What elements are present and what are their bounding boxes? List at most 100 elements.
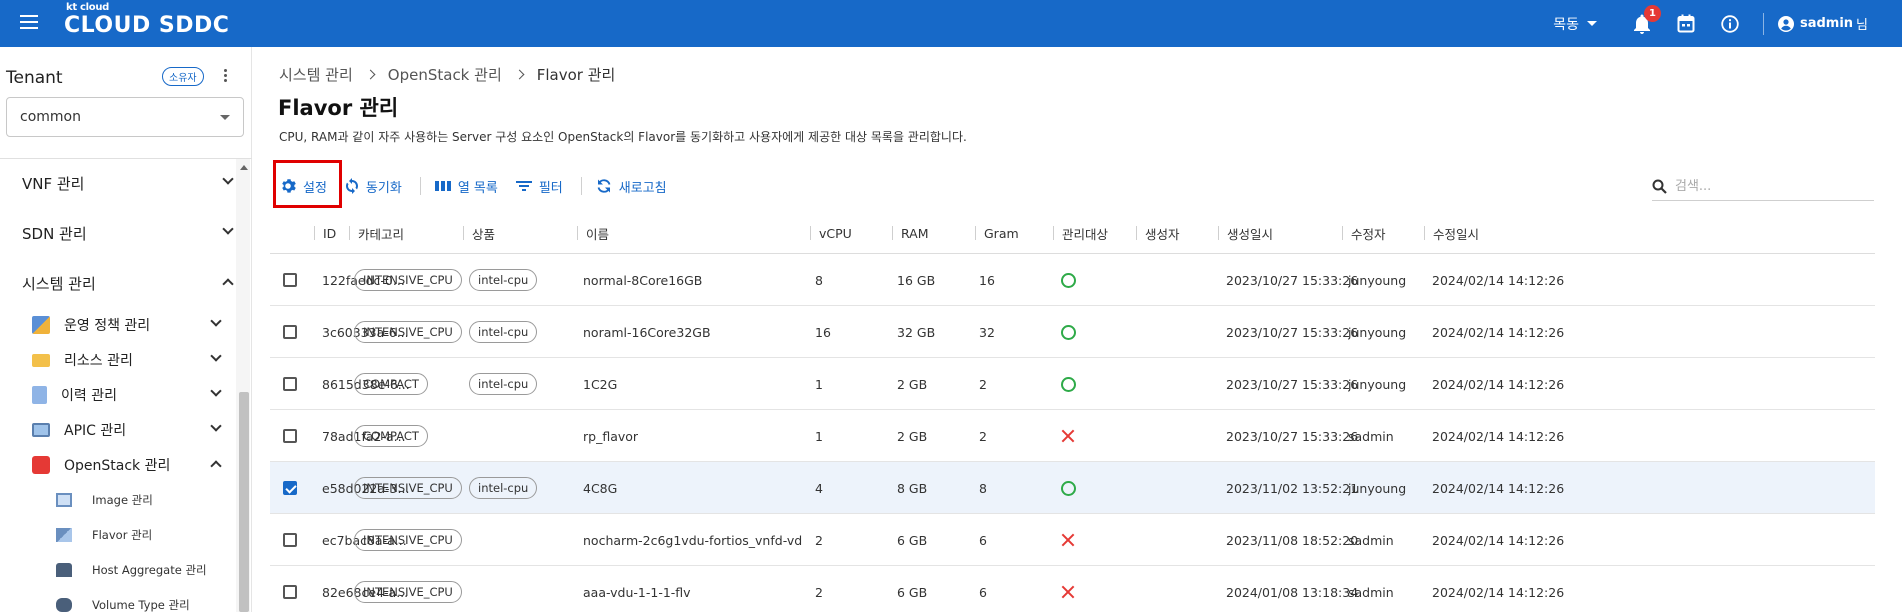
column-header-created[interactable]: 생성일시	[1218, 224, 1273, 242]
column-divider[interactable]	[349, 226, 350, 240]
sidebar-item-history[interactable]: 이력 관리	[32, 383, 222, 407]
sidebar-item-system[interactable]: 시스템 관리	[22, 271, 234, 295]
column-divider[interactable]	[1218, 226, 1219, 240]
column-header-gram[interactable]: Gram	[975, 224, 1019, 242]
cell-product: intel-cpu	[469, 306, 538, 358]
sidebar-item-vnf[interactable]: VNF 관리	[22, 171, 234, 195]
sidebar-item-host-aggregate[interactable]: Host Aggregate 관리	[56, 559, 236, 581]
row-checkbox[interactable]	[283, 429, 297, 443]
cell-ram: 6 GB	[897, 566, 927, 612]
filter-button[interactable]: 필터	[515, 177, 563, 196]
column-header-creator[interactable]: 생성자	[1136, 224, 1180, 242]
notification-bell-icon[interactable]: 1	[1631, 4, 1661, 35]
info-icon[interactable]	[1719, 13, 1741, 35]
scroll-up-arrow-icon[interactable]	[240, 165, 248, 170]
table-row[interactable]: 82e68ce4-a... INTENSIVE_CPU aaa-vdu-1-1-1-…	[270, 566, 1875, 612]
row-checkbox[interactable]	[283, 481, 297, 495]
sidebar-item-flavor[interactable]: Flavor 관리	[56, 524, 236, 546]
logo-cloud-sddc[interactable]: CLOUD SDDC	[64, 13, 229, 38]
search-input[interactable]	[1675, 179, 1865, 194]
column-divider[interactable]	[463, 226, 464, 240]
column-header-product[interactable]: 상품	[463, 224, 495, 242]
table-row[interactable]: ec7bac8a-a... INTENSIVE_CPU nocharm-2c6g1v…	[270, 514, 1875, 566]
column-divider[interactable]	[1424, 226, 1425, 240]
column-divider[interactable]	[1342, 226, 1343, 240]
row-checkbox[interactable]	[283, 325, 297, 339]
column-divider[interactable]	[810, 226, 811, 240]
hamburger-menu-icon[interactable]	[20, 15, 38, 29]
cell-vcpu: 2	[815, 566, 823, 612]
column-header-ram[interactable]: RAM	[892, 224, 929, 242]
cell-ram: 32 GB	[897, 306, 935, 358]
cell-vcpu: 4	[815, 462, 823, 514]
sidebar-item-label: OpenStack 관리	[64, 458, 171, 474]
column-divider[interactable]	[1136, 226, 1137, 240]
cell-name-text: aaa-vdu-1-1-1-flv	[583, 584, 691, 600]
openstack-icon	[32, 456, 50, 474]
column-header-category[interactable]: 카테고리	[349, 224, 404, 242]
cell-vcpu-text: 1	[815, 376, 823, 392]
cell-created: 2023/10/27 15:33:26	[1226, 358, 1358, 410]
more-vert-icon[interactable]	[222, 69, 228, 85]
monitor-icon	[32, 423, 50, 437]
table-row[interactable]: 8615d38e-6... COMPACT intel-cpu 1C2G 1 2 GB 2 2…	[270, 358, 1875, 410]
chevron-down-icon	[210, 350, 222, 362]
tenant-select[interactable]: common	[6, 97, 244, 137]
region-selector[interactable]: 목동	[1553, 14, 1597, 34]
cell-modified: 2024/02/14 14:12:26	[1432, 566, 1564, 612]
column-header-id[interactable]: ID	[314, 224, 336, 242]
sidebar-item-openstack[interactable]: OpenStack 관리	[32, 453, 222, 477]
sidebar-item-image[interactable]: Image 관리	[56, 489, 236, 511]
table-row[interactable]: 78ad1fa2-a... COMPACT rp_flavor 1 2 GB 2 2023/…	[270, 410, 1875, 462]
cell-modifier: junyoung	[1348, 358, 1406, 410]
column-divider[interactable]	[1053, 226, 1054, 240]
table-row[interactable]: 3c60333a-6... INTENSIVE_CPU intel-cpu noram…	[270, 306, 1875, 358]
table-row[interactable]: e58d022a-3... INTENSIVE_CPU intel-cpu 4C8G 4…	[270, 462, 1875, 514]
cell-managed	[1061, 358, 1076, 410]
row-checkbox[interactable]	[283, 533, 297, 547]
cell-vcpu-text: 4	[815, 480, 823, 496]
sidebar-item-sdn[interactable]: SDN 관리	[22, 221, 234, 245]
category-chip: COMPACT	[354, 373, 428, 395]
column-header-managed[interactable]: 관리대상	[1053, 224, 1108, 242]
calendar-icon[interactable]	[1675, 13, 1697, 35]
row-checkbox[interactable]	[283, 273, 297, 287]
search-box[interactable]	[1652, 173, 1874, 201]
category-chip: INTENSIVE_CPU	[354, 581, 462, 603]
owner-chip[interactable]: 소유자	[162, 67, 204, 86]
sidebar-scroll-thumb[interactable]	[239, 392, 249, 612]
cell-modifier: junyoung	[1348, 254, 1406, 306]
column-divider[interactable]	[892, 226, 893, 240]
column-divider[interactable]	[314, 226, 315, 240]
sidebar-item-volume-type[interactable]: Volume Type 관리	[56, 594, 236, 612]
row-checkbox[interactable]	[283, 377, 297, 391]
sync-button[interactable]: 동기화	[345, 177, 402, 196]
sidebar-item-label: Image 관리	[92, 493, 153, 507]
breadcrumb-item[interactable]: OpenStack 관리	[388, 64, 502, 85]
toolbar-divider	[580, 177, 582, 195]
breadcrumb-item[interactable]: 시스템 관리	[279, 64, 353, 85]
refresh-button[interactable]: 새로고침	[596, 177, 667, 196]
column-header-modifier[interactable]: 수정자	[1342, 224, 1386, 242]
columns-button[interactable]: 열 목록	[434, 177, 498, 196]
sidebar-item-apic[interactable]: APIC 관리	[32, 418, 222, 442]
sidebar-item-resource[interactable]: 리소스 관리	[32, 348, 222, 372]
column-header-label: 카테고리	[358, 226, 405, 242]
cell-name: nocharm-2c6g1vdu-fortios_vnfd-vdu-1-1-1.…	[583, 514, 803, 566]
sidebar-item-policy[interactable]: 운영 정책 관리	[32, 313, 222, 337]
column-header-name[interactable]: 이름	[577, 224, 609, 242]
sidebar-item-label: Volume Type 관리	[92, 598, 190, 612]
cell-name-text: noraml-16Core32GB	[583, 324, 711, 340]
user-menu[interactable]: sadmin 님	[1777, 14, 1868, 33]
row-checkbox[interactable]	[283, 585, 297, 599]
cell-ram-text: 6 GB	[897, 584, 928, 600]
column-divider[interactable]	[975, 226, 976, 240]
column-header-vcpu[interactable]: vCPU	[810, 224, 852, 242]
column-header-label: 생성일시	[1227, 226, 1274, 242]
filter-label: 필터	[538, 180, 563, 196]
column-header-modified[interactable]: 수정일시	[1424, 224, 1479, 242]
settings-button[interactable]: 설정	[280, 177, 327, 196]
flavor-table: ID 카테고리 상품 이름 vCPU RAM Gram 관리대상 생성자 생성일시 수정자 수정일시 …	[270, 212, 1875, 612]
column-divider[interactable]	[577, 226, 578, 240]
table-row[interactable]: 122faedc-0... INTENSIVE_CPU intel-cpu norma…	[270, 254, 1875, 306]
